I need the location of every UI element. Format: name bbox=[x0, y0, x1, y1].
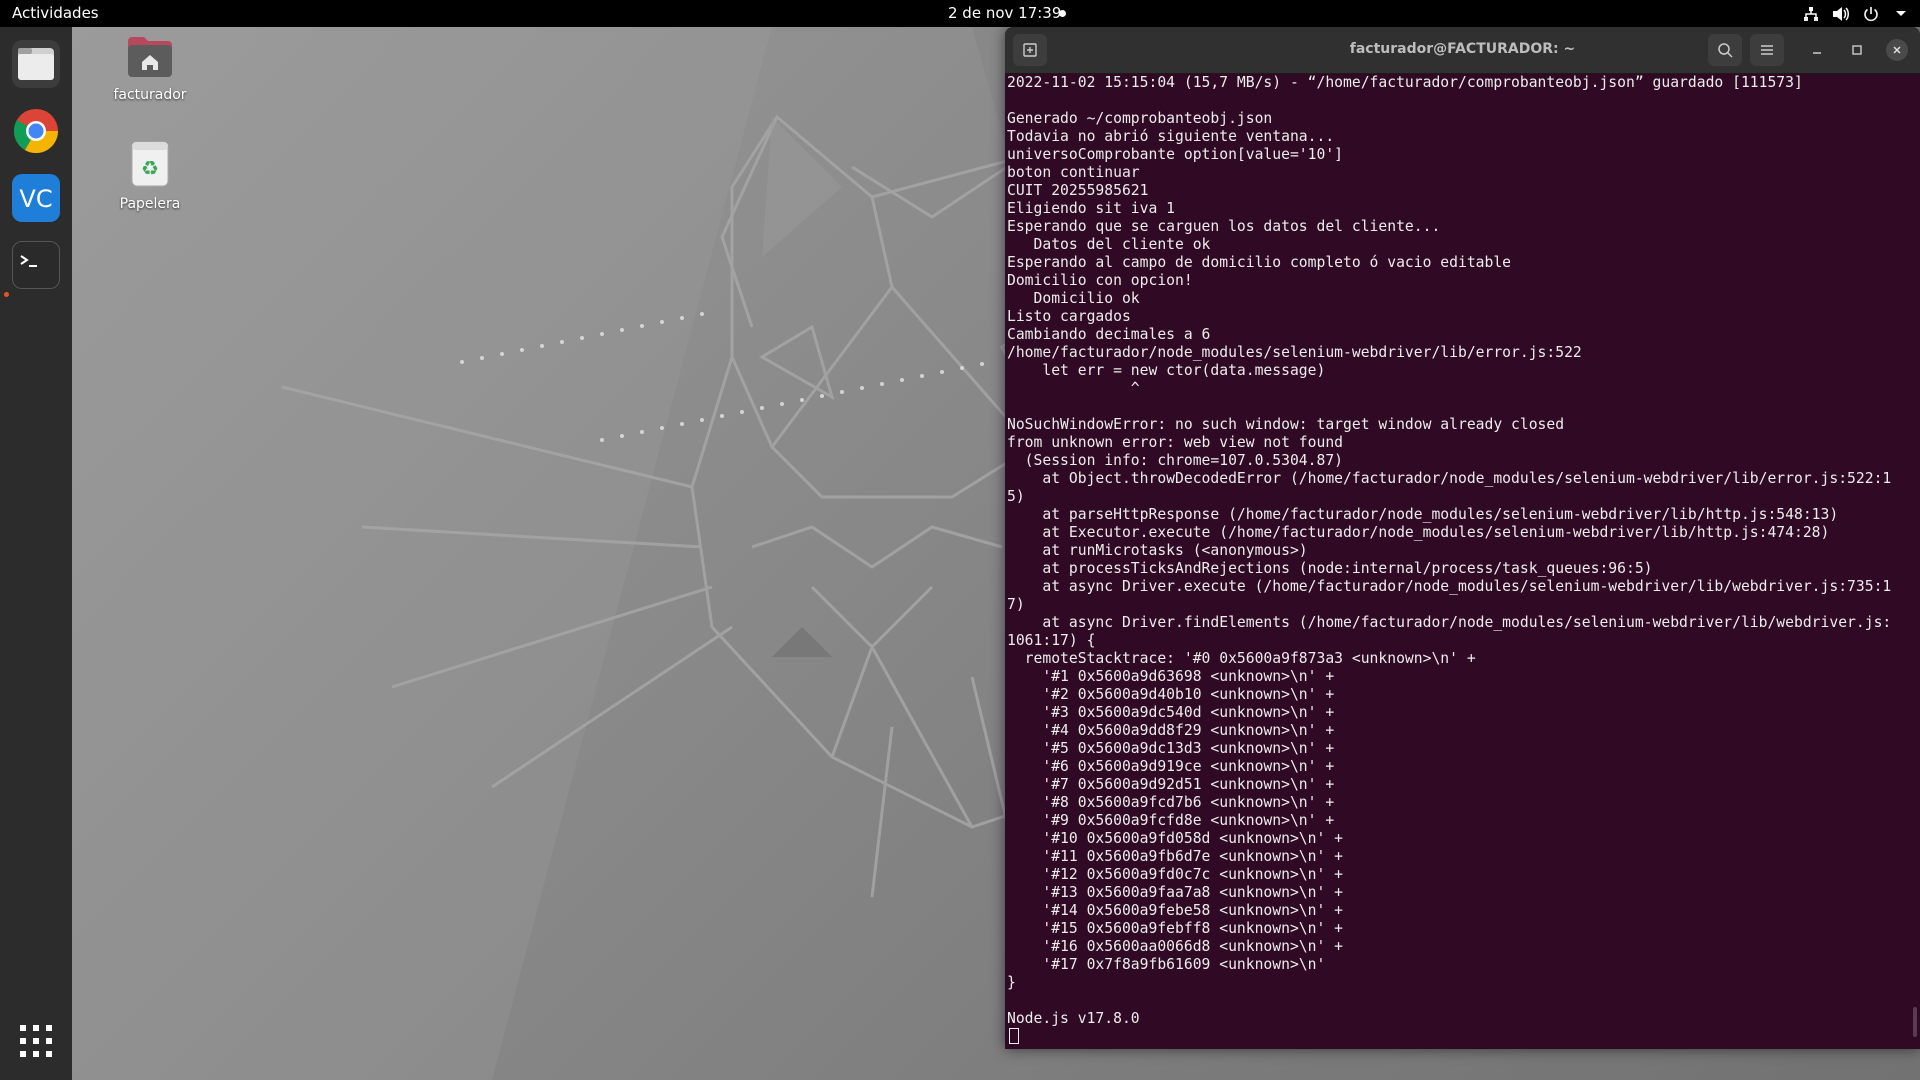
terminal-line: Esperando que se carguen los datos del c… bbox=[1007, 218, 1441, 235]
chrome-icon bbox=[13, 109, 59, 154]
terminal-line: '#13 0x5600a9faa7a8 <unknown>\n' + bbox=[1007, 884, 1344, 901]
terminal-line: at Object.throwDecodedError (/home/factu… bbox=[1007, 470, 1892, 487]
scrollbar[interactable] bbox=[1913, 1007, 1917, 1037]
dock-terminal[interactable] bbox=[12, 241, 60, 289]
terminal-line: '#4 0x5600a9dd8f29 <unknown>\n' + bbox=[1007, 722, 1335, 739]
svg-text:♻: ♻ bbox=[141, 156, 159, 180]
terminal-line: 5) bbox=[1007, 488, 1025, 505]
svg-text:VC: VC bbox=[19, 185, 52, 213]
terminal-line: ^ bbox=[1007, 380, 1140, 397]
dock-files[interactable] bbox=[12, 40, 60, 88]
volume-icon[interactable] bbox=[1832, 5, 1850, 23]
vscode-icon: VC bbox=[19, 185, 52, 213]
terminal-line: Node.js v17.8.0 bbox=[1007, 1010, 1140, 1027]
cursor bbox=[1009, 1028, 1019, 1044]
dock-chrome[interactable] bbox=[12, 107, 60, 155]
terminal-line: '#5 0x5600a9dc13d3 <unknown>\n' + bbox=[1007, 740, 1335, 757]
running-indicator bbox=[4, 292, 9, 297]
close-button[interactable] bbox=[1886, 39, 1908, 61]
terminal-line: '#15 0x5600a9febff8 <unknown>\n' + bbox=[1007, 920, 1344, 937]
terminal-line: let err = new ctor(data.message) bbox=[1007, 362, 1326, 379]
show-apps-button[interactable] bbox=[12, 1017, 60, 1065]
terminal-line: '#17 0x7f8a9fb61609 <unknown>\n' bbox=[1007, 956, 1326, 973]
desktop-icon-label: facturador bbox=[113, 87, 187, 103]
terminal-line: } bbox=[1007, 974, 1016, 991]
terminal-line: from unknown error: web view not found bbox=[1007, 434, 1344, 451]
close-icon bbox=[1893, 46, 1901, 54]
minimize-icon bbox=[1813, 52, 1821, 54]
terminal-line: 2022-11-02 15:15:04 (15,7 MB/s) - “/home… bbox=[1007, 74, 1803, 91]
terminal-line: /home/facturador/node_modules/selenium-w… bbox=[1007, 344, 1582, 361]
terminal-line: '#3 0x5600a9dc540d <unknown>\n' + bbox=[1007, 704, 1335, 721]
terminal-line: Cambiando decimales a 6 bbox=[1007, 326, 1211, 343]
terminal-line: '#12 0x5600a9fd0c7c <unknown>\n' + bbox=[1007, 866, 1344, 883]
grid-icon bbox=[20, 1025, 52, 1057]
network-icon[interactable] bbox=[1802, 5, 1820, 23]
dock: VC bbox=[0, 27, 72, 1080]
power-icon[interactable] bbox=[1862, 5, 1880, 23]
minimize-button[interactable] bbox=[1806, 39, 1828, 61]
terminal-line: '#8 0x5600a9fcd7b6 <unknown>\n' + bbox=[1007, 794, 1335, 811]
terminal-line: at async Driver.findElements (/home/fact… bbox=[1007, 614, 1892, 631]
terminal-line: '#1 0x5600a9d63698 <unknown>\n' + bbox=[1007, 668, 1335, 685]
terminal-header[interactable]: facturador@FACTURADOR: ~ bbox=[1005, 27, 1920, 74]
terminal-line: Domicilio con opcion! bbox=[1007, 272, 1193, 289]
hamburger-menu-icon bbox=[1761, 45, 1773, 55]
terminal-line: '#6 0x5600a9d919ce <unknown>\n' + bbox=[1007, 758, 1335, 775]
terminal-line: NoSuchWindowError: no such window: targe… bbox=[1007, 416, 1565, 433]
desktop-icon-facturador[interactable]: facturador bbox=[95, 35, 205, 103]
desktop-icon-label: Papelera bbox=[119, 196, 181, 212]
terminal-line: boton continuar bbox=[1007, 164, 1140, 181]
terminal-line: universoComprobante option[value='10'] bbox=[1007, 146, 1344, 163]
terminal-line: '#14 0x5600a9febe58 <unknown>\n' + bbox=[1007, 902, 1344, 919]
clock[interactable]: 2 de nov 17:39 bbox=[948, 4, 1061, 22]
terminal-line: at parseHttpResponse (/home/facturador/n… bbox=[1007, 506, 1839, 523]
terminal-line: Todavia no abrió siguiente ventana... bbox=[1007, 128, 1335, 145]
terminal-line: '#10 0x5600a9fd058d <unknown>\n' + bbox=[1007, 830, 1344, 847]
menu-button[interactable] bbox=[1750, 34, 1784, 66]
notification-dot bbox=[1059, 10, 1066, 17]
top-bar: Actividades 2 de nov 17:39 bbox=[0, 0, 1920, 27]
prompt-line[interactable] bbox=[1007, 1028, 1915, 1046]
trash-icon: ♻ bbox=[131, 141, 169, 187]
terminal-line: Esperando al campo de domicilio completo… bbox=[1007, 254, 1512, 271]
terminal-line: 1061:17) { bbox=[1007, 632, 1096, 649]
terminal-line: remoteStacktrace: '#0 0x5600a9f873a3 <un… bbox=[1007, 650, 1476, 667]
system-tray[interactable] bbox=[1802, 3, 1910, 24]
terminal-line: at async Driver.execute (/home/facturado… bbox=[1007, 578, 1892, 595]
terminal-line: '#11 0x5600a9fb6d7e <unknown>\n' + bbox=[1007, 848, 1344, 865]
desktop-icon-papelera[interactable]: ♻ Papelera bbox=[95, 140, 205, 212]
chevron-down-icon[interactable] bbox=[1892, 5, 1910, 23]
terminal-line: 7) bbox=[1007, 596, 1025, 613]
maximize-button[interactable] bbox=[1846, 39, 1868, 61]
terminal-line: (Session info: chrome=107.0.5304.87) bbox=[1007, 452, 1344, 469]
maximize-icon bbox=[1852, 45, 1862, 55]
terminal-output[interactable]: 2022-11-02 15:15:04 (15,7 MB/s) - “/home… bbox=[1007, 74, 1915, 1046]
terminal-line: Generado ~/comprobanteobj.json bbox=[1007, 110, 1273, 127]
terminal-line: at runMicrotasks (<anonymous>) bbox=[1007, 542, 1308, 559]
terminal-line: Datos del cliente ok bbox=[1007, 236, 1211, 253]
terminal-line: '#7 0x5600a9d92d51 <unknown>\n' + bbox=[1007, 776, 1335, 793]
terminal-line: CUIT 20255985621 bbox=[1007, 182, 1149, 199]
terminal-line: '#9 0x5600a9fcfd8e <unknown>\n' + bbox=[1007, 812, 1335, 829]
terminal-line: Listo cargados bbox=[1007, 308, 1131, 325]
dock-vscode[interactable]: VC bbox=[12, 174, 60, 222]
search-icon bbox=[1718, 43, 1733, 58]
terminal-line: at Executor.execute (/home/facturador/no… bbox=[1007, 524, 1830, 541]
terminal-line: '#2 0x5600a9d40b10 <unknown>\n' + bbox=[1007, 686, 1335, 703]
terminal-line: Eligiendo sit iva 1 bbox=[1007, 200, 1176, 217]
terminal-line: '#16 0x5600aa0066d8 <unknown>\n' + bbox=[1007, 938, 1344, 955]
folder-icon bbox=[18, 48, 54, 80]
terminal-icon bbox=[20, 255, 37, 267]
home-folder-icon bbox=[128, 37, 172, 77]
search-button[interactable] bbox=[1708, 34, 1742, 66]
terminal-line: Domicilio ok bbox=[1007, 290, 1140, 307]
terminal-window[interactable]: facturador@FACTURADOR: ~ 2022-11-02 15:1… bbox=[1005, 27, 1920, 1049]
activities-button[interactable]: Actividades bbox=[12, 4, 99, 22]
terminal-line: at processTicksAndRejections (node:inter… bbox=[1007, 560, 1653, 577]
